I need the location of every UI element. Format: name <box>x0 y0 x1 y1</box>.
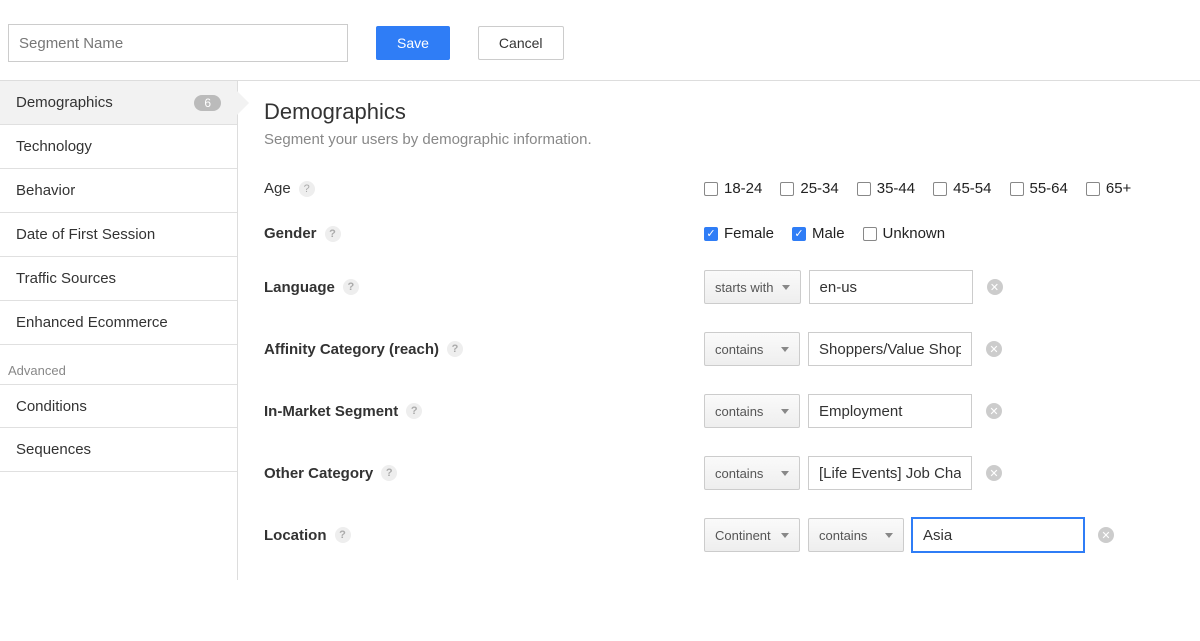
sidebar-item-label: Sequences <box>16 441 91 458</box>
gender-label: Gender <box>264 225 317 242</box>
sidebar-item-traffic-sources[interactable]: Traffic Sources <box>0 257 237 301</box>
language-operator-select[interactable]: starts with <box>704 270 801 304</box>
sidebar: Demographics 6 Technology Behavior Date … <box>0 81 238 580</box>
location-value-input[interactable] <box>912 518 1084 552</box>
location-dimension-select[interactable]: Continent <box>704 518 800 552</box>
age-option-35-44[interactable]: 35-44 <box>857 180 915 197</box>
help-icon[interactable]: ? <box>299 181 315 197</box>
age-option-25-34[interactable]: 25-34 <box>780 180 838 197</box>
checkbox[interactable] <box>933 182 947 196</box>
panel-title: Demographics <box>264 99 1180 125</box>
gender-option-male[interactable]: ✓Male <box>792 225 845 242</box>
checkbox[interactable] <box>1010 182 1024 196</box>
language-label: Language <box>264 279 335 296</box>
age-options: 18-24 25-34 35-44 45-54 55-64 65+ <box>704 180 1131 197</box>
language-value-input[interactable] <box>809 270 973 304</box>
remove-icon[interactable]: ✕ <box>986 341 1002 357</box>
help-icon[interactable]: ? <box>381 465 397 481</box>
age-label: Age <box>264 180 291 197</box>
checkbox[interactable] <box>863 227 877 241</box>
checkbox[interactable] <box>704 182 718 196</box>
chevron-down-icon <box>782 285 790 290</box>
sidebar-advanced-header: Advanced <box>0 345 237 384</box>
age-option-65plus[interactable]: 65+ <box>1086 180 1131 197</box>
cancel-button[interactable]: Cancel <box>478 26 564 60</box>
checkbox[interactable]: ✓ <box>792 227 806 241</box>
other-label: Other Category <box>264 465 373 482</box>
affinity-operator-select[interactable]: contains <box>704 332 800 366</box>
sidebar-item-label: Demographics <box>16 94 113 111</box>
save-button[interactable]: Save <box>376 26 450 60</box>
chevron-down-icon <box>781 409 789 414</box>
sidebar-item-sequences[interactable]: Sequences <box>0 428 237 472</box>
checkbox[interactable] <box>780 182 794 196</box>
chevron-down-icon <box>781 533 789 538</box>
help-icon[interactable]: ? <box>325 226 341 242</box>
remove-icon[interactable]: ✕ <box>1098 527 1114 543</box>
other-operator-select[interactable]: contains <box>704 456 800 490</box>
inmarket-value-input[interactable] <box>808 394 972 428</box>
sidebar-item-label: Date of First Session <box>16 226 155 243</box>
help-icon[interactable]: ? <box>335 527 351 543</box>
checkbox[interactable]: ✓ <box>704 227 718 241</box>
sidebar-item-label: Technology <box>16 138 92 155</box>
location-operator-select[interactable]: contains <box>808 518 904 552</box>
sidebar-item-label: Conditions <box>16 398 87 415</box>
age-option-55-64[interactable]: 55-64 <box>1010 180 1068 197</box>
panel-subtitle: Segment your users by demographic inform… <box>264 131 1180 148</box>
checkbox[interactable] <box>1086 182 1100 196</box>
sidebar-item-first-session[interactable]: Date of First Session <box>0 213 237 257</box>
gender-options: ✓Female ✓Male Unknown <box>704 225 945 242</box>
sidebar-item-conditions[interactable]: Conditions <box>0 384 237 428</box>
sidebar-badge: 6 <box>194 95 221 111</box>
sidebar-item-label: Enhanced Ecommerce <box>16 314 168 331</box>
sidebar-item-enhanced-ecommerce[interactable]: Enhanced Ecommerce <box>0 301 237 345</box>
main-panel: Demographics Segment your users by demog… <box>238 81 1200 580</box>
chevron-down-icon <box>781 347 789 352</box>
inmarket-operator-select[interactable]: contains <box>704 394 800 428</box>
chevron-down-icon <box>781 471 789 476</box>
other-value-input[interactable] <box>808 456 972 490</box>
sidebar-item-label: Traffic Sources <box>16 270 116 287</box>
sidebar-item-technology[interactable]: Technology <box>0 125 237 169</box>
inmarket-label: In-Market Segment <box>264 403 398 420</box>
remove-icon[interactable]: ✕ <box>986 403 1002 419</box>
affinity-label: Affinity Category (reach) <box>264 341 439 358</box>
sidebar-item-demographics[interactable]: Demographics 6 <box>0 81 237 125</box>
age-option-18-24[interactable]: 18-24 <box>704 180 762 197</box>
segment-name-input[interactable] <box>8 24 348 62</box>
gender-option-unknown[interactable]: Unknown <box>863 225 946 242</box>
sidebar-item-behavior[interactable]: Behavior <box>0 169 237 213</box>
sidebar-item-label: Behavior <box>16 182 75 199</box>
location-label: Location <box>264 527 327 544</box>
remove-icon[interactable]: ✕ <box>986 465 1002 481</box>
help-icon[interactable]: ? <box>447 341 463 357</box>
help-icon[interactable]: ? <box>343 279 359 295</box>
age-option-45-54[interactable]: 45-54 <box>933 180 991 197</box>
chevron-down-icon <box>885 533 893 538</box>
affinity-value-input[interactable] <box>808 332 972 366</box>
help-icon[interactable]: ? <box>406 403 422 419</box>
checkbox[interactable] <box>857 182 871 196</box>
gender-option-female[interactable]: ✓Female <box>704 225 774 242</box>
remove-icon[interactable]: ✕ <box>987 279 1003 295</box>
